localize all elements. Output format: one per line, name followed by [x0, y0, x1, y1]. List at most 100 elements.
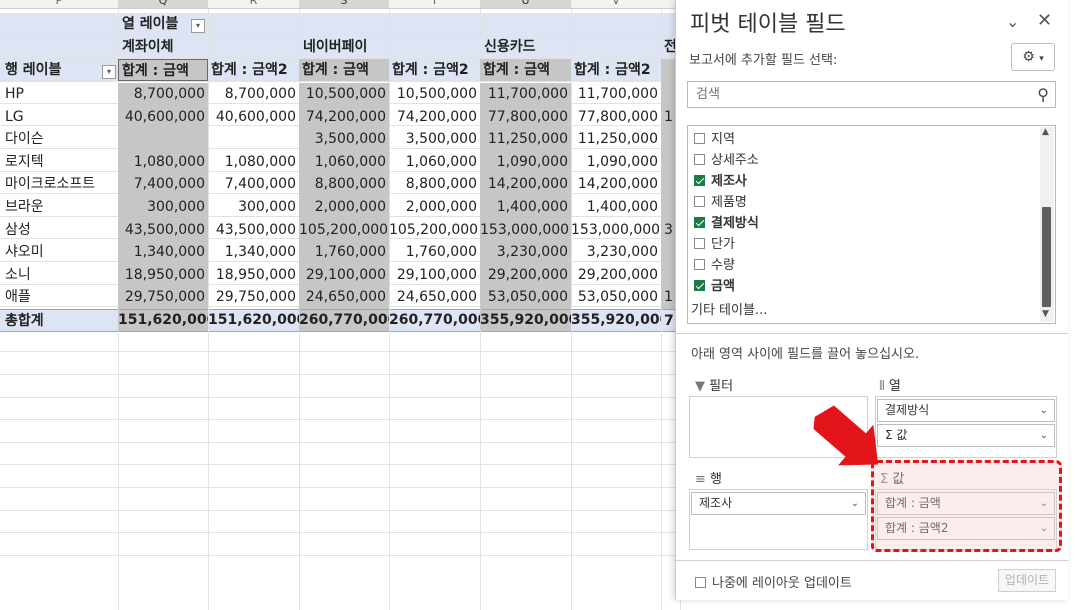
field-list[interactable]: 지역 상세주소 제조사 제품명 결제방식 단가 수량 금액 기타 테이블... ▲ ▼	[687, 125, 1056, 324]
value-cell[interactable]: 43,500,000	[208, 219, 299, 241]
chevron-down-icon[interactable]: ⌄	[1040, 400, 1048, 421]
value-cell[interactable]: 74,200,000	[299, 106, 389, 128]
value-cell[interactable]: 8,800,000	[389, 173, 480, 195]
value-cell[interactable]: 105,200,000	[389, 219, 480, 241]
chevron-down-icon[interactable]: ⌄	[1006, 12, 1019, 31]
value-cell[interactable]: 8,700,000	[208, 83, 299, 105]
value-cell[interactable]: 1,080,000	[118, 151, 208, 173]
column-letter[interactable]: R	[208, 0, 299, 8]
field-item[interactable]: 제품명	[694, 193, 747, 213]
value-cell[interactable]: 10,500,000	[389, 83, 480, 105]
field-checkbox[interactable]	[694, 154, 705, 165]
value-cell[interactable]: 3,500,000	[389, 128, 480, 150]
column-letter[interactable]: P	[0, 0, 118, 8]
value-cell[interactable]: 29,200,000	[571, 264, 661, 286]
value-cell[interactable]	[118, 128, 208, 150]
value-cell[interactable]: 1,760,000	[389, 241, 480, 263]
tools-button[interactable]: ⚙ ▾	[1011, 43, 1055, 71]
value-cell[interactable]: 1,090,000	[571, 151, 661, 173]
row-label[interactable]: 로지텍	[0, 151, 118, 173]
row-label[interactable]: LG	[0, 106, 118, 128]
value-cell[interactable]: 29,100,000	[389, 264, 480, 286]
field-checkbox[interactable]	[694, 238, 705, 249]
scroll-down-icon[interactable]: ▼	[1042, 309, 1049, 319]
grand-total-cell[interactable]: 151,620,000	[208, 310, 299, 331]
column-letter[interactable]: S	[299, 0, 389, 8]
value-header[interactable]: 합계 : 금액	[118, 59, 208, 81]
value-cell[interactable]: 77,800,000	[480, 106, 571, 128]
value-cell[interactable]: 2,000,000	[299, 196, 389, 218]
grand-total-cell[interactable]: 260,770,000	[299, 310, 389, 331]
update-button[interactable]: 업데이트	[998, 569, 1056, 592]
value-cell[interactable]: 11,250,000	[571, 128, 661, 150]
column-letter[interactable]: V	[571, 0, 661, 8]
columns-drop-area[interactable]: 결제방식 ⌄ Σ 값 ⌄	[875, 396, 1057, 458]
value-cell[interactable]: 53,050,000	[571, 286, 661, 308]
value-cell[interactable]: 8,700,000	[118, 83, 208, 105]
field-checkbox[interactable]	[694, 259, 705, 270]
value-cell[interactable]: 1,400,000	[480, 196, 571, 218]
grand-total-cell[interactable]: 355,920,000	[571, 310, 661, 331]
search-field[interactable]: ⚲	[687, 81, 1056, 108]
grand-total-label[interactable]: 총합계	[0, 310, 118, 332]
value-cell[interactable]: 43,500,000	[118, 219, 208, 241]
field-checkbox[interactable]	[694, 217, 705, 228]
value-cell[interactable]: 300,000	[208, 196, 299, 218]
column-letter[interactable]: T	[389, 0, 480, 8]
value-cell[interactable]: 14,200,000	[480, 173, 571, 195]
row-label[interactable]: 브라운	[0, 196, 118, 218]
value-cell[interactable]: 1,060,000	[389, 151, 480, 173]
value-cell[interactable]: 3,230,000	[480, 241, 571, 263]
value-cell[interactable]: 3,500,000	[299, 128, 389, 150]
scroll-up-icon[interactable]: ▲	[1042, 127, 1049, 137]
value-cell[interactable]: 1,060,000	[299, 151, 389, 173]
value-header[interactable]: 합계 : 금액	[480, 59, 571, 81]
rows-drop-area[interactable]: 제조사 ⌄	[689, 489, 868, 550]
field-checkbox[interactable]	[694, 280, 705, 291]
chevron-down-icon[interactable]: ⌄	[1040, 425, 1048, 446]
field-item[interactable]: 단가	[694, 235, 735, 255]
value-cell[interactable]: 11,700,000	[480, 83, 571, 105]
value-header[interactable]: 합계 : 금액2	[571, 59, 661, 81]
field-item[interactable]: 금액	[694, 277, 735, 297]
row-label[interactable]: 삼성	[0, 219, 118, 241]
close-icon[interactable]: ✕	[1037, 10, 1052, 31]
column-letter[interactable]: U	[480, 0, 571, 8]
field-item[interactable]: 수량	[694, 256, 735, 276]
value-header[interactable]: 합계 : 금액2	[208, 59, 299, 81]
value-cell[interactable]: 24,650,000	[299, 286, 389, 308]
column-letter[interactable]: Q	[118, 0, 208, 8]
row-label[interactable]: 애플	[0, 286, 118, 308]
row-label[interactable]: 샤오미	[0, 241, 118, 263]
field-checkbox[interactable]	[694, 133, 705, 144]
value-cell[interactable]: 77,800,000	[571, 106, 661, 128]
field-checkbox[interactable]	[694, 196, 705, 207]
value-cell[interactable]: 74,200,000	[389, 106, 480, 128]
value-cell[interactable]: 8,800,000	[299, 173, 389, 195]
defer-update-option[interactable]: 나중에 레이아웃 업데이트	[695, 572, 852, 591]
value-header[interactable]: 합계 : 금액	[299, 59, 389, 81]
filter-dropdown-button[interactable]: ▾	[191, 19, 205, 33]
field-list-scrollbar[interactable]: ▲ ▼	[1040, 127, 1054, 322]
value-cell[interactable]: 7,400,000	[208, 173, 299, 195]
value-cell[interactable]: 153,000,000	[480, 219, 571, 241]
value-cell[interactable]: 153,000,000	[571, 219, 661, 241]
columns-field-pill[interactable]: 결제방식 ⌄	[877, 399, 1055, 422]
rows-field-pill[interactable]: 제조사 ⌄	[691, 492, 866, 515]
value-cell[interactable]: 11,250,000	[480, 128, 571, 150]
row-label[interactable]: 마이크로소프트	[0, 173, 118, 195]
value-cell[interactable]: 40,600,000	[208, 106, 299, 128]
value-cell[interactable]: 1,400,000	[571, 196, 661, 218]
value-cell[interactable]: 3,230,000	[571, 241, 661, 263]
field-item[interactable]: 지역	[694, 130, 735, 150]
grand-total-cell[interactable]: 355,920,000	[480, 310, 571, 331]
value-cell[interactable]: 1,090,000	[480, 151, 571, 173]
row-label[interactable]: HP	[0, 83, 118, 105]
field-checkbox[interactable]	[694, 175, 705, 186]
defer-update-checkbox[interactable]	[695, 577, 706, 588]
search-input[interactable]	[694, 86, 1018, 103]
value-cell[interactable]: 24,650,000	[389, 286, 480, 308]
value-cell[interactable]: 7,400,000	[118, 173, 208, 195]
value-cell[interactable]: 2,000,000	[389, 196, 480, 218]
value-cell[interactable]: 18,950,000	[118, 264, 208, 286]
